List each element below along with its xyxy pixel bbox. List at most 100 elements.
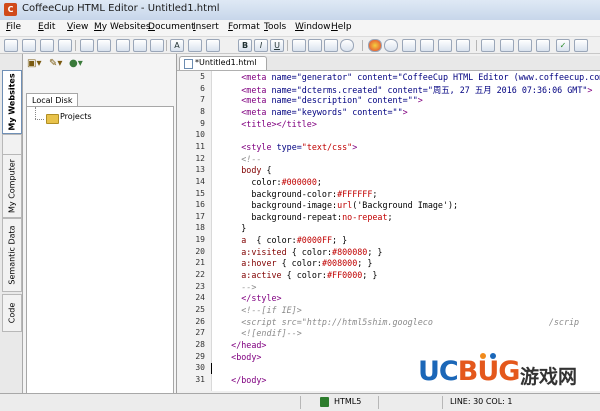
table-icon[interactable] [324,39,338,52]
align-left-icon[interactable] [292,39,306,52]
code-line[interactable]: a:visited { color:#800080; } [211,247,382,257]
code-line[interactable]: </style> [211,293,281,303]
html-file-icon [184,59,193,69]
code-line[interactable]: a:active { color:#FF0000; } [211,270,377,280]
watermark-uc: UC [418,356,459,387]
tree-connector [35,119,44,121]
copy-icon[interactable] [133,39,147,52]
tab-untitled1[interactable]: *Untitled1.html [179,56,267,70]
media-icon[interactable] [438,39,452,52]
save-icon[interactable] [40,39,54,52]
code-line[interactable]: <title></title> [211,119,317,129]
document-tab-strip: *Untitled1.html [177,56,600,70]
menu-tools[interactable]: Tools [264,22,286,32]
code-token: background-repeat: [211,211,343,222]
menu-view[interactable]: View [67,22,88,32]
code-line[interactable]: <![endif]--> [211,328,302,338]
connect-icon[interactable]: ✎▾ [49,58,62,70]
form-icon[interactable] [420,39,434,52]
menu-window[interactable]: Window [295,22,331,32]
underline-button[interactable]: U [270,39,284,52]
code-line[interactable]: <meta name="dcterms.created" content="周五… [211,84,592,96]
tab-folder-icon[interactable] [2,134,22,156]
tree-connector [35,107,37,119]
print-icon[interactable] [58,39,72,52]
code-line[interactable]: </body> [211,375,266,385]
heading-icon[interactable] [206,39,220,52]
new-file-icon[interactable] [4,39,18,52]
line-number: 27 [195,328,205,338]
code-line[interactable]: } [211,223,246,233]
folder-icon [46,114,59,124]
color-picker-icon[interactable] [368,39,382,52]
validate-check-icon[interactable]: ✓ [556,39,570,52]
tab-my-websites[interactable]: My Websites [2,70,22,134]
menu-edit[interactable]: Edit [38,22,55,32]
code-line[interactable]: <script src="http://html5shim.googleco /… [211,317,579,327]
tree-item-projects[interactable]: Projects [43,109,163,124]
watermark-dot [480,353,486,359]
code-line[interactable]: <!--[if IE]> [211,305,302,315]
redo-icon[interactable] [97,39,111,52]
menu-document[interactable]: Document [148,22,195,32]
code-line[interactable]: background-repeat:no-repeat; [211,211,392,222]
font-size-icon[interactable] [188,39,202,52]
toolbar-separator [287,40,288,51]
tab-my-computer[interactable]: My Computer [2,154,22,218]
code-line[interactable]: a { color:#0000FF; } [211,235,347,245]
font-icon[interactable]: A [170,39,184,52]
line-number: 5 [200,72,205,81]
preview-icon[interactable] [518,39,532,52]
code-line[interactable]: </head> [211,340,266,350]
doctype-indicator[interactable]: HTML5 [334,396,361,408]
code-line[interactable]: a:hover { color:#008000; } [211,258,372,268]
circle-icon[interactable] [384,39,398,52]
code-token: <meta [211,106,272,117]
menu-help[interactable]: Help [331,22,352,32]
code-line[interactable]: <!-- [211,154,261,164]
bold-button[interactable]: B [238,39,252,52]
code-line[interactable]: background-image:url('Background Image')… [211,200,458,210]
menu-format[interactable]: Format [228,22,260,32]
code-token: "generator" [296,72,353,82]
tab-code[interactable]: Code [2,294,22,332]
code-token: ; } [362,270,378,281]
upload-icon[interactable] [500,39,514,52]
line-number: 18 [195,223,205,233]
browser-icon[interactable] [536,39,550,52]
code-line[interactable]: <meta name="generator" content="CoffeeCu… [211,72,600,82]
code-line[interactable]: <meta name="description" content=""> [211,95,423,105]
cut-icon[interactable] [116,39,130,52]
spell-check-icon[interactable] [574,39,588,52]
cursor-position: LINE: 30 COL: 1 [450,397,513,406]
code-editor[interactable]: 5 6 7 8 9 10 11 12 13 14 15 16 17 18 19 20 21 22 23 24 25 26 2… [177,70,600,391]
undo-icon[interactable] [80,39,94,52]
menu-my-websites[interactable]: My Websites [94,22,151,32]
component-icon[interactable] [456,39,470,52]
code-line[interactable]: background-color:#FFFFFF; [211,189,377,199]
code-line[interactable]: --> [211,282,256,292]
image-icon[interactable] [402,39,416,52]
globe-icon[interactable] [340,39,354,52]
tab-semantic-data[interactable]: Semantic Data [2,218,22,292]
paste-icon[interactable] [150,39,164,52]
code-line[interactable]: body { [211,165,271,175]
settings-gear-icon[interactable] [481,39,495,52]
code-line[interactable]: <meta name="keywords" content=""> [211,106,407,117]
menu-file[interactable]: File [6,22,21,32]
code-token: type= [276,141,302,152]
line-number: 26 [195,316,205,326]
menu-insert[interactable]: Insert [193,22,219,32]
refresh-icon[interactable]: ●▾ [69,58,83,70]
new-folder-icon[interactable]: ▣▾ [27,58,41,70]
code-area[interactable]: <meta name="generator" content="CoffeeCu… [211,71,600,391]
open-folder-icon[interactable] [22,39,36,52]
code-line[interactable]: color:#000000; [211,177,322,187]
line-number: 10 [195,130,205,140]
italic-button[interactable]: I [254,39,268,52]
code-token: name= [271,72,297,82]
code-line[interactable]: <body> [211,352,261,362]
code-line[interactable]: <style type="text/css"> [211,142,357,152]
align-center-icon[interactable] [308,39,322,52]
code-token: { color: [281,258,322,269]
